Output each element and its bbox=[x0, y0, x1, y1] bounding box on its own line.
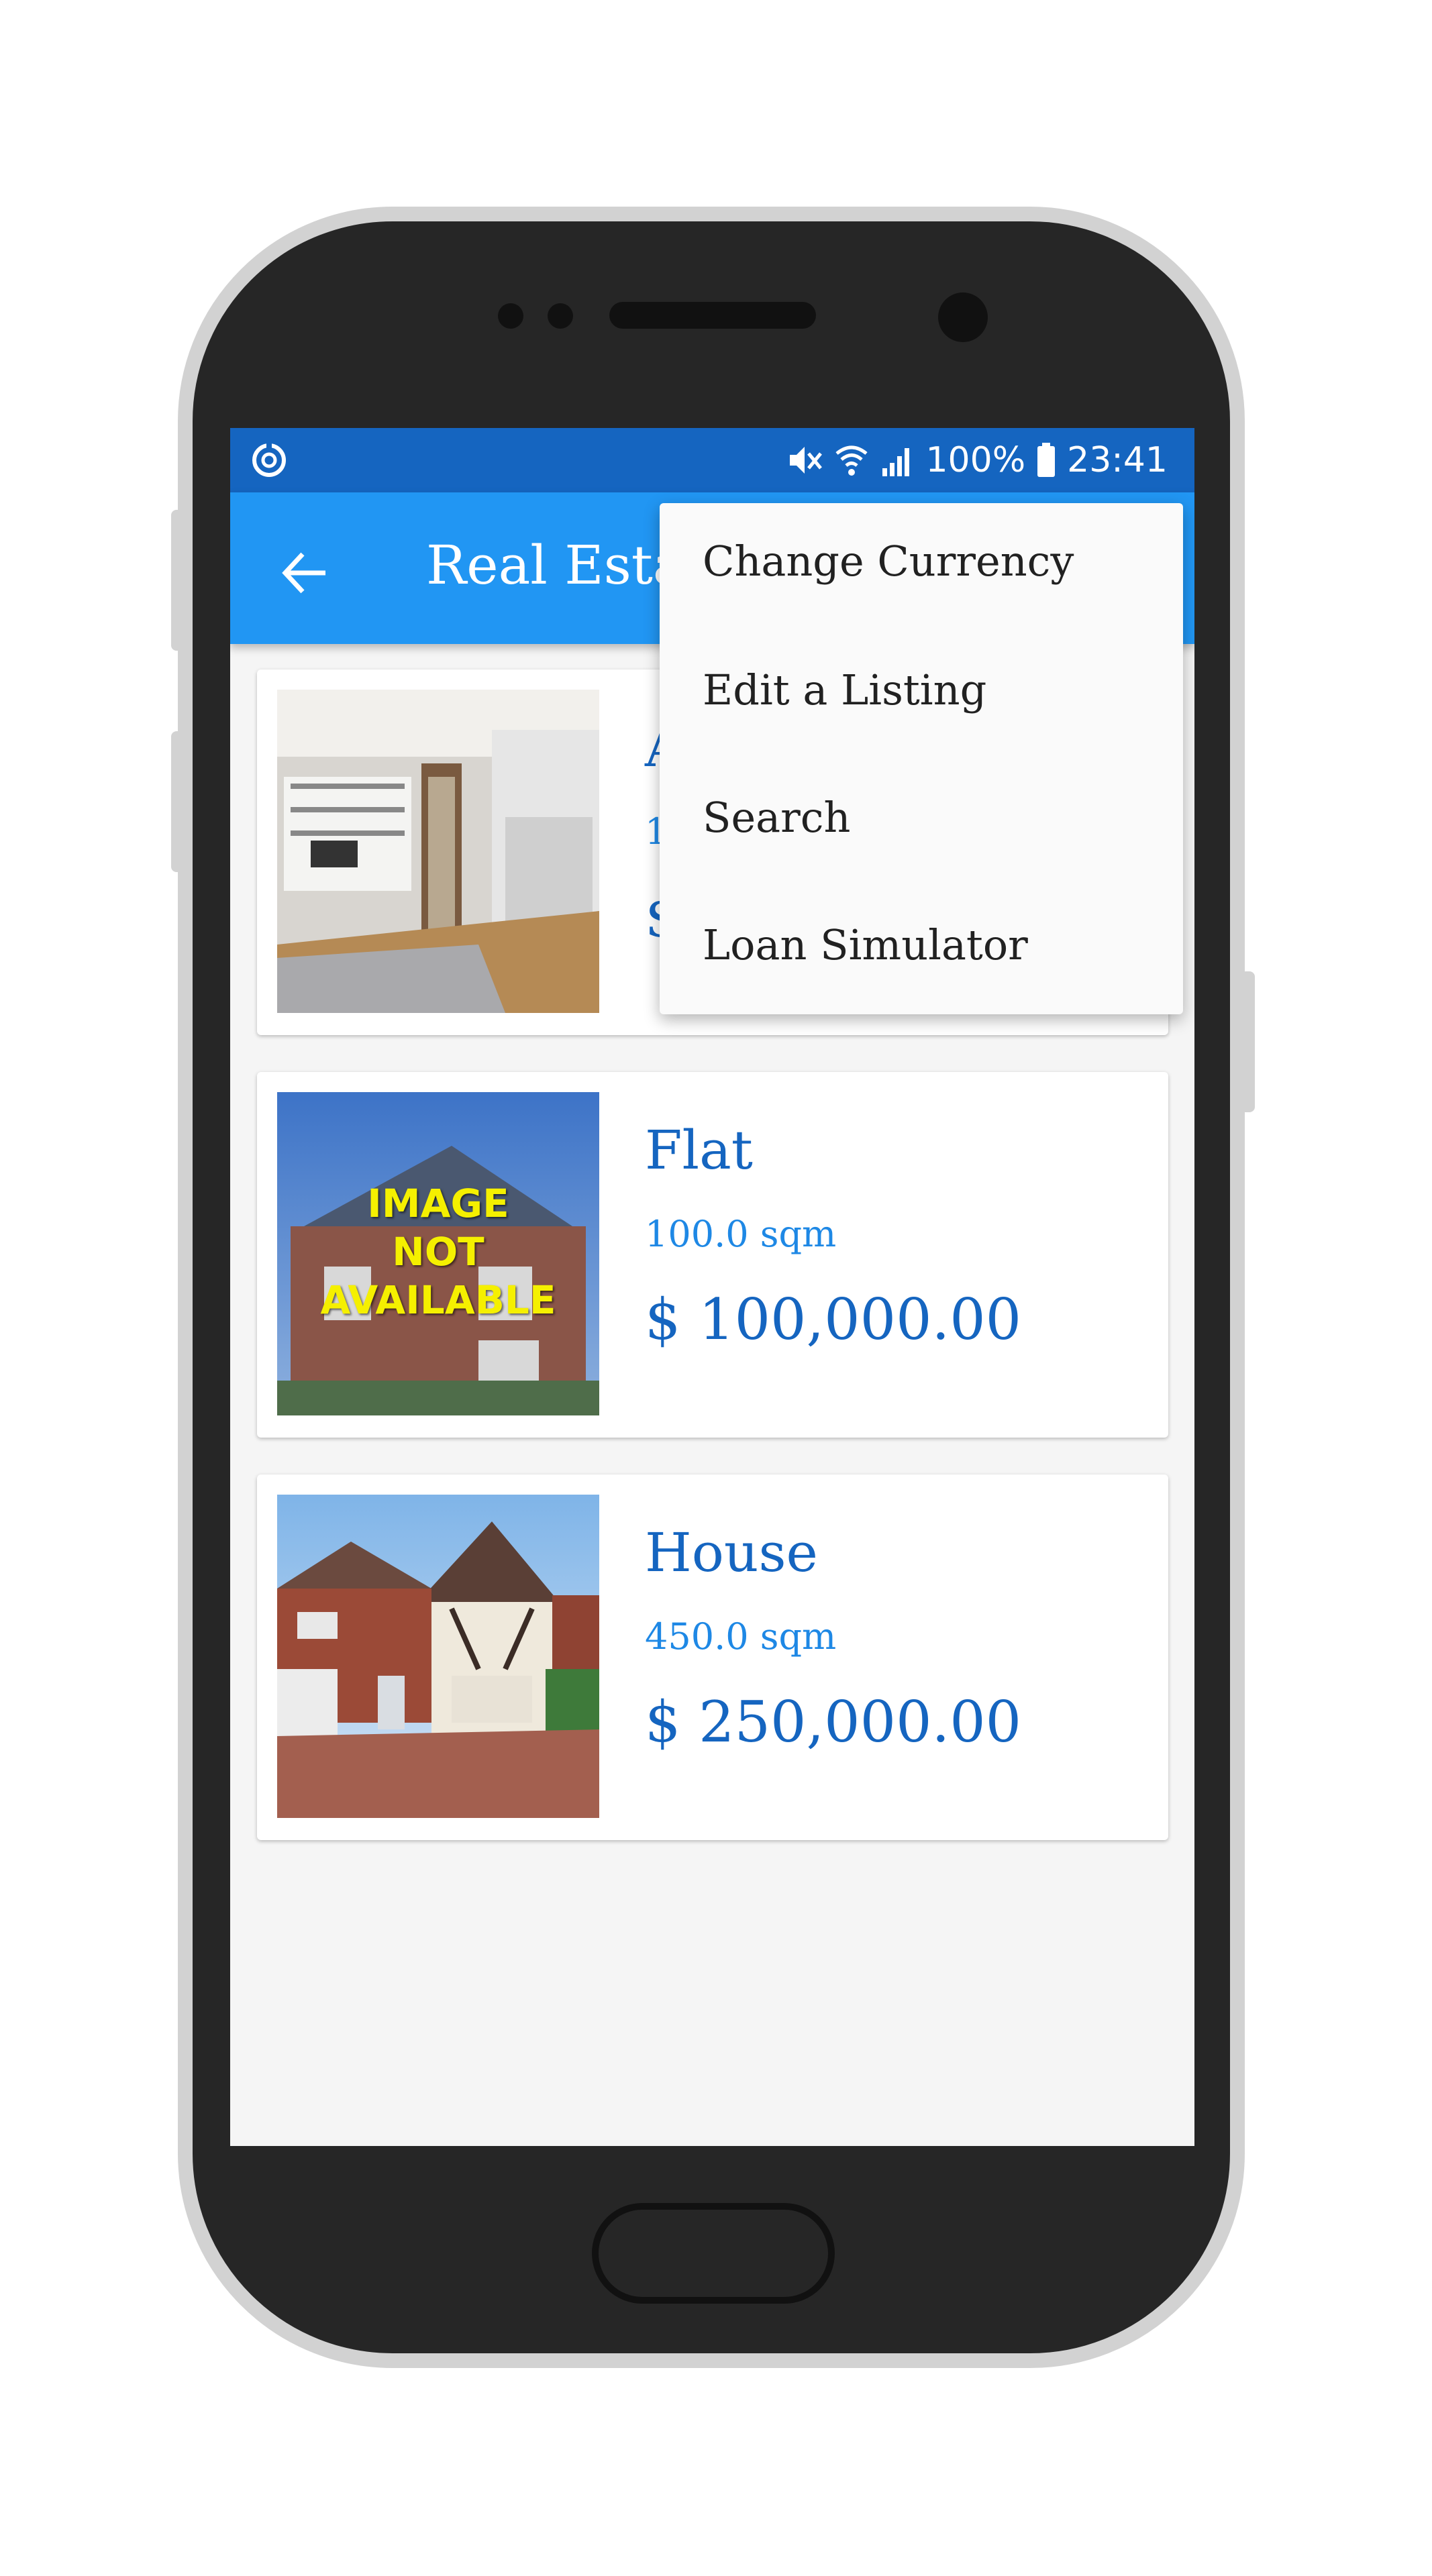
wifi-icon bbox=[835, 445, 868, 476]
menu-item-loan-simulator[interactable]: Loan Simulator bbox=[703, 920, 1028, 969]
menu-item-edit-listing[interactable]: Edit a Listing bbox=[703, 665, 986, 714]
signal-icon bbox=[882, 448, 910, 476]
mute-icon bbox=[790, 447, 823, 474]
listing-card[interactable]: House 450.0 sqm $ 250,000.00 bbox=[257, 1474, 1168, 1840]
battery-icon bbox=[1037, 443, 1056, 477]
listing-area: 450.0 sqm bbox=[645, 1615, 837, 1658]
sync-icon bbox=[252, 443, 286, 477]
battery-percent: 100% bbox=[925, 440, 1026, 480]
listing-card[interactable]: IMAGE NOT AVAILABLE Flat 100.0 sqm $ 100… bbox=[257, 1072, 1168, 1438]
image-not-available-line1: IMAGE bbox=[367, 1181, 509, 1226]
listing-image-not-available: IMAGE NOT AVAILABLE bbox=[277, 1092, 599, 1415]
sensor-dot bbox=[498, 303, 523, 329]
menu-item-change-currency[interactable]: Change Currency bbox=[703, 537, 1074, 586]
listing-area: 100.0 sqm bbox=[645, 1213, 837, 1255]
image-not-available-line3: AVAILABLE bbox=[320, 1277, 556, 1323]
arrow-left-icon[interactable] bbox=[277, 546, 331, 600]
listing-price: $ 250,000.00 bbox=[645, 1689, 1022, 1755]
status-bar: 100% 23:41 bbox=[230, 428, 1194, 492]
overflow-menu: Change Currency Edit a Listing Search Lo… bbox=[660, 503, 1183, 1014]
image-not-available-line2: NOT bbox=[392, 1229, 484, 1275]
listing-image-house bbox=[277, 1495, 599, 1818]
screen: 100% 23:41 Real Estat 1 IMAGE NOT AVAILA… bbox=[230, 428, 1194, 2146]
front-camera bbox=[938, 292, 988, 342]
clock: 23:41 bbox=[1067, 440, 1168, 480]
listing-price: $ 100,000.00 bbox=[645, 1287, 1022, 1352]
listing-title: House bbox=[645, 1521, 818, 1584]
earpiece-speaker bbox=[609, 302, 816, 329]
home-button[interactable] bbox=[592, 2203, 835, 2304]
listing-title: Flat bbox=[645, 1119, 753, 1181]
sensor-dot bbox=[548, 303, 573, 329]
listing-image-apartment bbox=[277, 690, 599, 1013]
menu-item-search[interactable]: Search bbox=[703, 793, 850, 842]
